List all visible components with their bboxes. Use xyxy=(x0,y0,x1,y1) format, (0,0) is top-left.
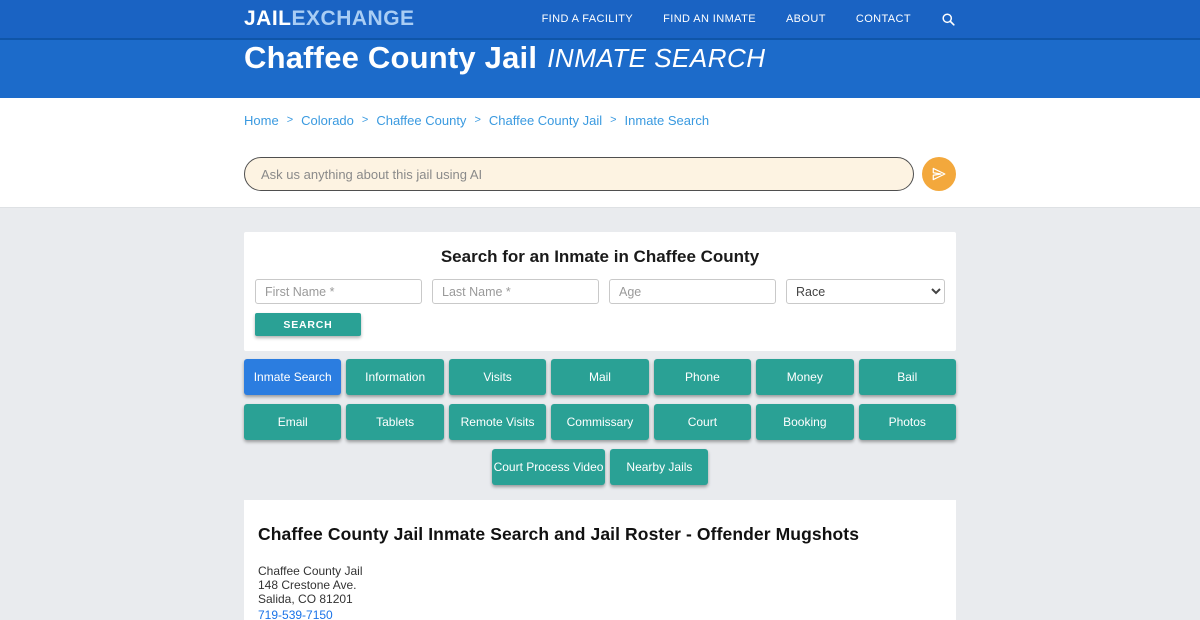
inmate-search-title: Search for an Inmate in Chaffee County xyxy=(255,247,945,267)
ai-search-input[interactable] xyxy=(261,167,897,182)
tab-court-process-video[interactable]: Court Process Video xyxy=(492,449,606,485)
nav-item-find-a-facility[interactable]: FIND A FACILITY xyxy=(542,13,634,25)
page-title: Chaffee County Jail INMATE SEARCH xyxy=(244,40,956,76)
logo-text-exchange: EXCHANGE xyxy=(292,7,415,30)
breadcrumb-separator: > xyxy=(362,114,368,126)
tab-visits[interactable]: Visits xyxy=(449,359,546,395)
tab-remote-visits[interactable]: Remote Visits xyxy=(449,404,546,440)
tab-information[interactable]: Information xyxy=(346,359,443,395)
tab-nearby-jails[interactable]: Nearby Jails xyxy=(610,449,708,485)
ai-search-pill xyxy=(244,157,914,191)
first-name-input[interactable] xyxy=(255,279,422,304)
tab-booking[interactable]: Booking xyxy=(756,404,853,440)
banner-title: Chaffee County Jail xyxy=(244,40,537,76)
address-line: Chaffee County Jail xyxy=(258,564,942,578)
address-line: 148 Crestone Ave. xyxy=(258,578,942,592)
tab-bail[interactable]: Bail xyxy=(859,359,956,395)
breadcrumb-separator: > xyxy=(610,114,616,126)
tab-row: Court Process VideoNearby Jails xyxy=(244,449,956,485)
breadcrumb-item-chaffee-county[interactable]: Chaffee County xyxy=(376,113,466,128)
ai-search-row xyxy=(244,157,956,191)
tab-money[interactable]: Money xyxy=(756,359,853,395)
last-name-input[interactable] xyxy=(432,279,599,304)
page-banner: Chaffee County Jail INMATE SEARCH xyxy=(0,38,1200,98)
tab-mail[interactable]: Mail xyxy=(551,359,648,395)
nav-item-find-an-inmate[interactable]: FIND AN INMATE xyxy=(663,13,756,25)
info-heading: Chaffee County Jail Inmate Search and Ja… xyxy=(258,524,942,545)
search-icon[interactable] xyxy=(941,12,956,27)
address-line: Salida, CO 81201 xyxy=(258,592,942,606)
nav-links: FIND A FACILITY FIND AN INMATE ABOUT CONTAC… xyxy=(542,13,911,25)
nav-item-contact[interactable]: CONTACT xyxy=(856,13,911,25)
jail-phone-link[interactable]: 719-539-7150 xyxy=(258,608,333,620)
tab-court[interactable]: Court xyxy=(654,404,751,440)
breadcrumb-separator: > xyxy=(287,114,293,126)
tab-tablets[interactable]: Tablets xyxy=(346,404,443,440)
site-logo[interactable]: JAILEXCHANGE xyxy=(244,7,415,31)
age-input[interactable] xyxy=(609,279,776,304)
breadcrumb-search-strip: Home > Colorado > Chaffee County > Chaffee Cou… xyxy=(0,98,1200,208)
tab-email[interactable]: Email xyxy=(244,404,341,440)
top-nav: FIND A FACILITY FIND AN INMATE ABOUT CONTAC… xyxy=(542,12,956,27)
tab-phone[interactable]: Phone xyxy=(654,359,751,395)
top-header: JAILEXCHANGE FIND A FACILITY FIND AN INMA… xyxy=(0,0,1200,38)
tab-row: Inmate SearchInformationVisitsMailPhoneM… xyxy=(244,359,956,395)
breadcrumb-item-chaffee-county-jail[interactable]: Chaffee County Jail xyxy=(489,113,602,128)
main-content: Search for an Inmate in Chaffee County R… xyxy=(0,208,1200,620)
tab-inmate-search[interactable]: Inmate Search xyxy=(244,359,341,395)
breadcrumb-separator: > xyxy=(474,114,480,126)
breadcrumb-item-inmate-search[interactable]: Inmate Search xyxy=(625,113,710,128)
breadcrumb: Home > Colorado > Chaffee County > Chaffee Cou… xyxy=(244,112,956,128)
inmate-search-card: Search for an Inmate in Chaffee County R… xyxy=(244,232,956,351)
paper-plane-icon xyxy=(931,166,947,182)
jail-section-tabs: Inmate SearchInformationVisitsMailPhoneM… xyxy=(244,359,956,485)
race-select[interactable]: Race xyxy=(786,279,945,304)
breadcrumb-item-home[interactable]: Home xyxy=(244,113,279,128)
jail-info-card: Chaffee County Jail Inmate Search and Ja… xyxy=(244,500,956,620)
jail-address: Chaffee County Jail148 Crestone Ave.Sali… xyxy=(258,564,942,606)
ai-send-button[interactable] xyxy=(922,157,956,191)
tab-row: EmailTabletsRemote VisitsCommissaryCourt… xyxy=(244,404,956,440)
tab-photos[interactable]: Photos xyxy=(859,404,956,440)
tab-commissary[interactable]: Commissary xyxy=(551,404,648,440)
logo-text-jail: JAIL xyxy=(244,7,292,30)
nav-item-about[interactable]: ABOUT xyxy=(786,13,826,25)
breadcrumb-item-colorado[interactable]: Colorado xyxy=(301,113,354,128)
inmate-form-row: Race xyxy=(255,279,945,304)
banner-subtitle: INMATE SEARCH xyxy=(547,43,765,74)
search-button[interactable]: SEARCH xyxy=(255,313,361,336)
